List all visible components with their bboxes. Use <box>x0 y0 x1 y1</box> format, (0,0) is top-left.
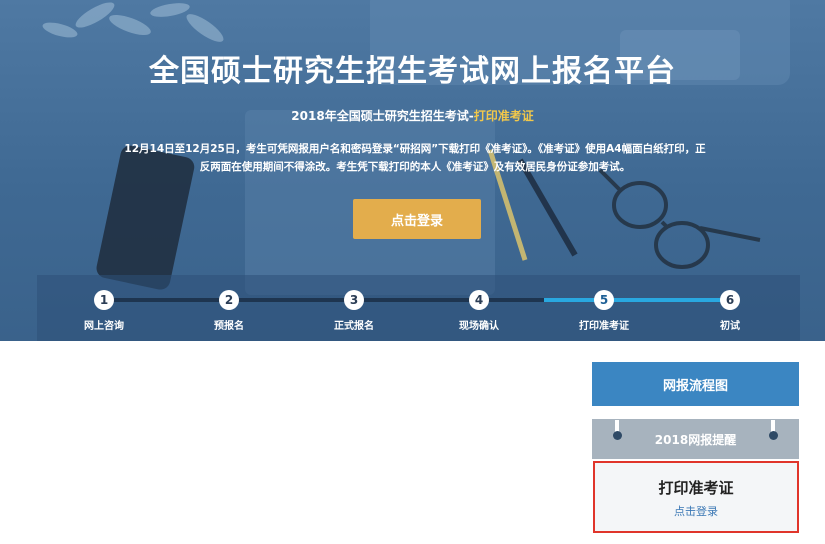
step-label: 预报名 <box>214 321 244 332</box>
step-4[interactable]: 4 现场确认 <box>444 290 514 332</box>
subtitle-main: 2018年全国硕士研究生招生考试- <box>291 109 474 123</box>
step-1[interactable]: 1 网上咨询 <box>69 290 139 332</box>
binder-dot-left <box>613 431 622 440</box>
subtitle-highlight: 打印准考证 <box>473 109 534 123</box>
step-6[interactable]: 6 初试 <box>695 290 765 332</box>
step-label: 初试 <box>720 321 740 332</box>
step-label: 现场确认 <box>459 321 499 332</box>
step-5[interactable]: 5 打印准考证 <box>569 290 639 332</box>
step-label: 正式报名 <box>334 321 374 332</box>
step-number: 1 <box>94 290 114 310</box>
card-login-link[interactable]: 点击登录 <box>595 503 797 519</box>
step-2[interactable]: 2 预报名 <box>194 290 264 332</box>
step-label: 打印准考证 <box>579 321 629 332</box>
login-button[interactable]: 点击登录 <box>353 199 481 239</box>
step-3[interactable]: 3 正式报名 <box>319 290 389 332</box>
description-text: 12月14日至12月25日，考生可凭网报用户名和密码登录“研招网”下载打印《准考… <box>124 143 706 173</box>
page-title: 全国硕士研究生招生考试网上报名平台 <box>149 54 676 89</box>
step-number: 3 <box>344 290 364 310</box>
print-admission-card: 打印准考证 点击登录 <box>593 461 799 533</box>
card-title: 打印准考证 <box>658 479 734 497</box>
progress-steps-bar <box>37 275 800 341</box>
step-number: 5 <box>594 290 614 310</box>
step-number: 6 <box>720 290 740 310</box>
flow-chart-button[interactable]: 网报流程图 <box>592 362 799 406</box>
page-subtitle: 2018年全国硕士研究生招生考试-打印准考证 <box>0 107 825 124</box>
reminder-tab[interactable]: 2018网报提醒 <box>592 419 799 459</box>
step-number: 2 <box>219 290 239 310</box>
step-label: 网上咨询 <box>84 321 124 332</box>
binder-dot-right <box>769 431 778 440</box>
step-number: 4 <box>469 290 489 310</box>
